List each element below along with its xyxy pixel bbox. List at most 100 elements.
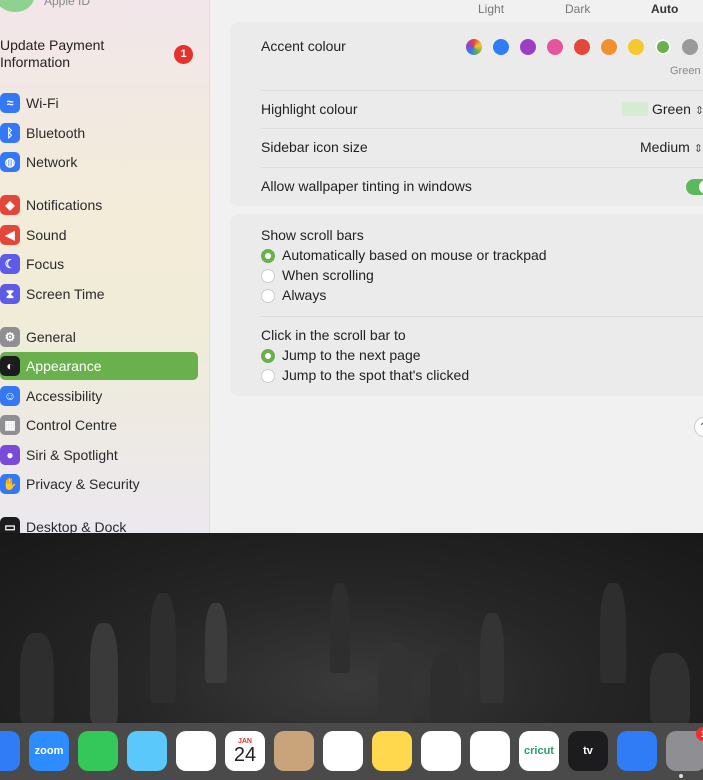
sidebar-item-wi-fi[interactable]: ≈ Wi-Fi xyxy=(0,89,198,117)
dock-badge: 1 xyxy=(696,727,703,741)
dock-icon: ▭ xyxy=(0,517,20,533)
update-payment-label: Update Payment Information xyxy=(0,37,105,70)
dock-label: tv xyxy=(583,745,593,757)
accent-swatch-yellow[interactable] xyxy=(628,39,644,55)
stepper-icon: ⇕ xyxy=(694,105,703,117)
photos-icon[interactable] xyxy=(176,731,216,771)
settings-window: Apple ID Update Payment Information 1 ≈ W… xyxy=(0,0,703,533)
sidebar-item-label: General xyxy=(26,329,76,345)
update-payment-item[interactable]: Update Payment Information 1 xyxy=(0,37,200,71)
cricut-icon[interactable]: cricut xyxy=(519,731,559,771)
divider xyxy=(261,128,703,129)
sidebar-item-bluetooth[interactable]: ᛒ Bluetooth xyxy=(0,119,198,147)
sidebar-item-label: Focus xyxy=(26,256,65,272)
control-centre-icon: ▦ xyxy=(0,415,20,435)
sidebar-item-label: Control Centre xyxy=(26,417,118,433)
mode-auto-label[interactable]: Auto xyxy=(651,2,678,16)
stepper-icon: ⇕ xyxy=(693,143,703,155)
sidebar-item-desktop-dock[interactable]: ▭ Desktop & Dock xyxy=(0,513,198,533)
appearance-pane: Light Dark Auto Accent colour Green High… xyxy=(210,0,703,533)
wallpaper-tinting-toggle[interactable] xyxy=(686,179,703,195)
sidebar-item-siri-spotlight[interactable]: ● Siri & Spotlight xyxy=(0,441,198,469)
bluetooth-icon: ᛒ xyxy=(0,123,20,143)
facetime-icon[interactable] xyxy=(78,731,118,771)
highlight-swatch xyxy=(622,102,648,116)
sidebar-item-label: Siri & Spotlight xyxy=(26,447,118,463)
sidebar-item-sound[interactable]: ◀ Sound xyxy=(0,221,198,249)
accent-swatch-orange[interactable] xyxy=(601,39,617,55)
accent-swatch-pink[interactable] xyxy=(547,39,563,55)
apple-id-row[interactable]: Apple ID xyxy=(0,0,90,14)
mode-light-label[interactable]: Light xyxy=(478,2,504,16)
update-badge: 1 xyxy=(174,45,193,64)
calendar-icon[interactable]: JAN 24 xyxy=(225,731,265,771)
sidebar-icon-size-select[interactable]: Medium ⇕ xyxy=(640,139,703,155)
wallpaper-photo xyxy=(0,533,703,723)
appearance-icon: ◐ xyxy=(0,356,20,376)
mode-dark-label[interactable]: Dark xyxy=(565,2,590,16)
hand-icon: ✋ xyxy=(0,474,20,494)
scroll-when-scrolling-radio[interactable] xyxy=(261,269,275,283)
wifi-icon: ≈ xyxy=(0,93,20,113)
apple-tv-icon[interactable]: tv xyxy=(568,731,608,771)
accent-swatch-purple[interactable] xyxy=(520,39,536,55)
click-scroll-label: Click in the scroll bar to xyxy=(261,327,406,343)
zoom-icon[interactable]: zoom xyxy=(29,731,69,771)
sidebar-item-privacy-security[interactable]: ✋ Privacy & Security xyxy=(0,470,198,498)
keynote-icon[interactable] xyxy=(617,731,657,771)
divider xyxy=(261,316,703,317)
gear-icon: ⚙ xyxy=(0,327,20,347)
divider xyxy=(261,90,703,91)
globe-icon: ◍ xyxy=(0,152,20,172)
sidebar-item-screen-time[interactable]: ⧗ Screen Time xyxy=(0,280,198,308)
accent-swatch-graphite[interactable] xyxy=(682,39,698,55)
sidebar-item-accessibility[interactable]: ☺ Accessibility xyxy=(0,382,198,410)
bell-icon: ◆ xyxy=(0,195,20,215)
sidebar-item-control-centre[interactable]: ▦ Control Centre xyxy=(0,411,198,439)
show-scroll-bars-label: Show scroll bars xyxy=(261,227,364,243)
appearance-card: Accent colour Green Highlight colour Gre… xyxy=(230,22,703,206)
accent-swatch-multicolour[interactable] xyxy=(466,39,482,55)
accent-swatch-blue[interactable] xyxy=(493,39,509,55)
maps-icon[interactable] xyxy=(127,731,167,771)
hourglass-icon: ⧗ xyxy=(0,284,20,304)
sidebar-item-label: Wi-Fi xyxy=(26,95,59,111)
scroll-auto-label[interactable]: Automatically based on mouse or trackpad xyxy=(282,247,547,263)
shortcuts-icon[interactable] xyxy=(470,731,510,771)
help-button[interactable]: ? xyxy=(694,417,703,437)
contacts-icon[interactable] xyxy=(274,731,314,771)
scroll-always-label[interactable]: Always xyxy=(282,287,326,303)
sidebar-item-label: Bluetooth xyxy=(26,125,86,141)
accent-swatch-green[interactable] xyxy=(655,39,671,55)
sidebar-item-focus[interactable]: ☾ Focus xyxy=(0,250,198,278)
scroll-auto-radio[interactable] xyxy=(261,249,275,263)
accent-colour-label: Accent colour xyxy=(261,38,346,54)
accent-swatch-red[interactable] xyxy=(574,39,590,55)
click-next-page-radio[interactable] xyxy=(261,349,275,363)
accessibility-icon: ☺ xyxy=(0,386,20,406)
sidebar-item-label: Appearance xyxy=(26,358,102,374)
sidebar-item-appearance[interactable]: ◐ Appearance xyxy=(0,352,198,380)
click-spot-radio[interactable] xyxy=(261,369,275,383)
wallpaper-tinting-label: Allow wallpaper tinting in windows xyxy=(261,178,472,194)
sidebar-item-network[interactable]: ◍ Network xyxy=(0,148,198,176)
click-next-page-label[interactable]: Jump to the next page xyxy=(282,347,421,363)
scroll-when-scrolling-label[interactable]: When scrolling xyxy=(282,267,374,283)
sidebar: Apple ID Update Payment Information 1 ≈ W… xyxy=(0,0,210,533)
sidebar-icon-size-label: Sidebar icon size xyxy=(261,139,368,155)
dock-label: cricut xyxy=(524,745,554,757)
sidebar-item-notifications[interactable]: ◆ Notifications xyxy=(0,191,198,219)
sidebar-item-label: Notifications xyxy=(26,197,103,213)
scroll-always-radio[interactable] xyxy=(261,289,275,303)
highlight-colour-select[interactable]: Green ⇕ xyxy=(652,101,703,117)
freeform-icon[interactable] xyxy=(421,731,461,771)
speaker-icon: ◀ xyxy=(0,225,20,245)
finder-icon[interactable] xyxy=(0,731,20,771)
sidebar-item-general[interactable]: ⚙ General xyxy=(0,323,198,351)
highlight-colour-label: Highlight colour xyxy=(261,101,358,117)
reminders-icon[interactable] xyxy=(323,731,363,771)
sidebar-item-label: Sound xyxy=(26,227,67,243)
click-spot-label[interactable]: Jump to the spot that's clicked xyxy=(282,367,469,383)
notes-icon[interactable] xyxy=(372,731,412,771)
divider xyxy=(261,167,703,168)
